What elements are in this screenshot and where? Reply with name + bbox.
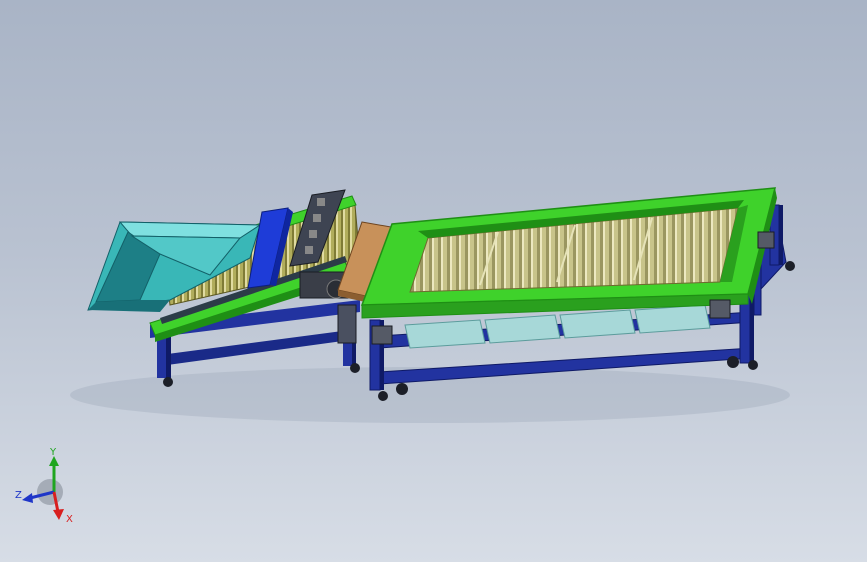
caster-wheel <box>785 261 795 271</box>
conveyor-machine-model[interactable] <box>0 0 867 562</box>
y-axis-label: Y <box>49 447 57 458</box>
cad-viewport[interactable]: Y Z X <box>0 0 867 562</box>
drive-motor[interactable] <box>371 325 393 345</box>
x-axis-head <box>53 509 64 520</box>
z-axis-head <box>22 493 33 503</box>
z-axis-label: Z <box>15 490 22 501</box>
orientation-triad[interactable]: Y Z X <box>12 446 82 526</box>
caster-wheel <box>163 377 173 387</box>
x-axis-label: X <box>66 514 73 525</box>
caster-wheel <box>396 383 408 395</box>
caster-wheel <box>378 391 388 401</box>
caster-wheel <box>350 363 360 373</box>
caster-wheel <box>727 356 739 368</box>
sorting-table[interactable] <box>360 187 777 319</box>
drive-motor[interactable] <box>757 231 775 249</box>
caster-wheel <box>748 360 758 370</box>
drive-motor[interactable] <box>709 299 731 319</box>
